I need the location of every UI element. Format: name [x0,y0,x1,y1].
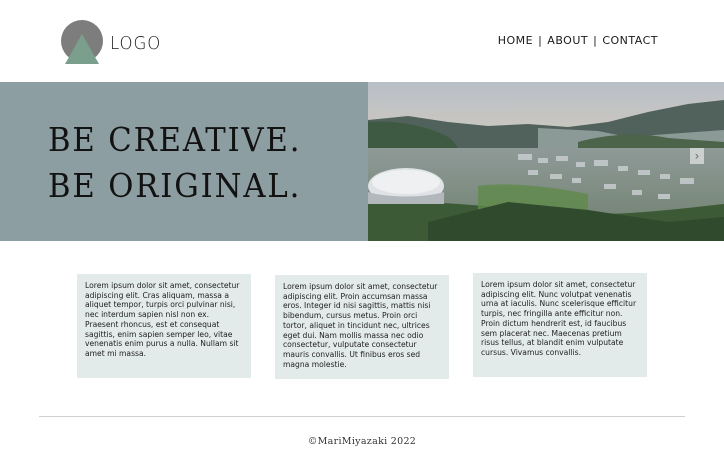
hero-banner: BE CREATIVE. BE ORIGINAL. › [0,82,724,241]
nav-about[interactable]: ABOUT [547,34,588,47]
nav-separator: | [593,34,598,47]
landscape-photo [368,82,724,241]
hero-headline-line-2: BE ORIGINAL. [48,166,302,205]
nav-contact[interactable]: CONTACT [602,34,658,47]
card-text: Lorem ipsum dolor sit amet, consectetur … [283,282,438,369]
info-card-3: Lorem ipsum dolor sit amet, consectetur … [473,273,647,377]
nav-separator: | [538,34,543,47]
info-card-1: Lorem ipsum dolor sit amet, consectetur … [77,274,251,378]
hero-image: › [368,82,724,241]
hero-text-panel: BE CREATIVE. BE ORIGINAL. [0,82,368,241]
logo-text[interactable]: LOGO [110,33,161,54]
nav-home[interactable]: HOME [498,34,533,47]
footer-divider [39,416,685,417]
card-text: Lorem ipsum dolor sit amet, consectetur … [85,281,240,358]
logo-icon[interactable] [61,20,103,64]
hero-headline-line-1: BE CREATIVE. [48,120,302,159]
carousel-next-arrow-icon[interactable]: › [690,148,704,164]
main-nav: HOME | ABOUT | CONTACT [498,34,658,47]
card-text: Lorem ipsum dolor sit amet, consectetur … [481,280,637,357]
site-header: LOGO HOME | ABOUT | CONTACT [0,0,724,82]
footer-copyright: ©MariMiyazaki 2022 [307,436,417,447]
info-card-2: Lorem ipsum dolor sit amet, consectetur … [275,275,449,379]
